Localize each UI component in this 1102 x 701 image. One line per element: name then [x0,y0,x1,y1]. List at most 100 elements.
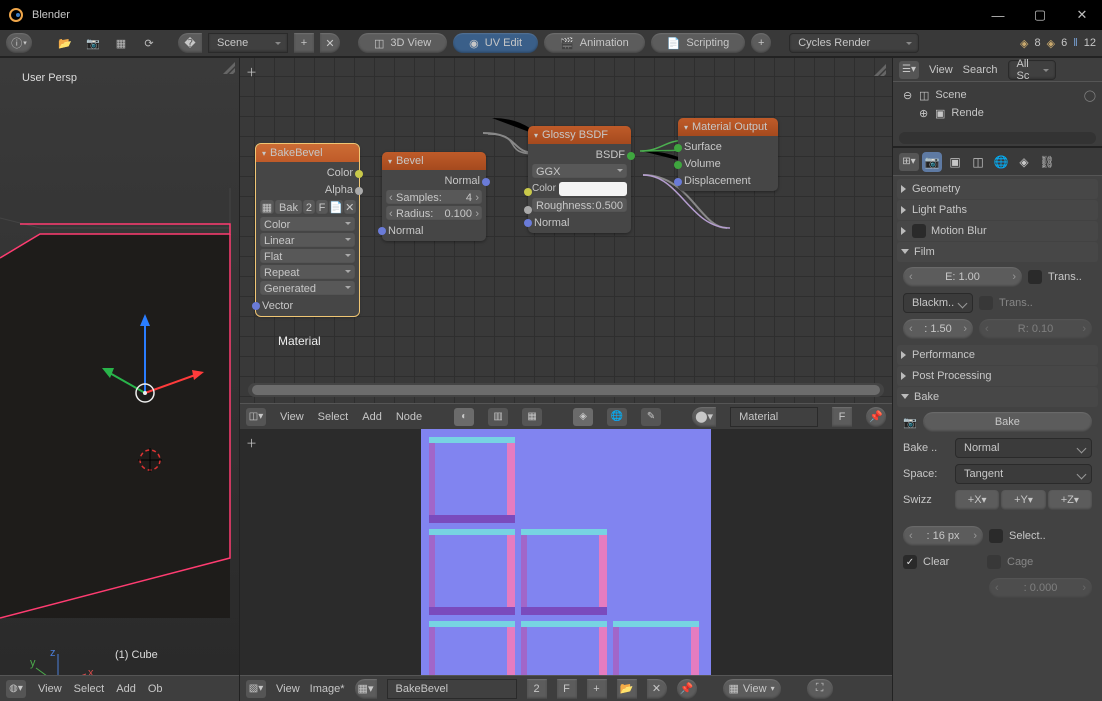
outliner-menu-view[interactable]: View [929,64,953,76]
image-unlink-button[interactable]: ✕ [647,679,667,699]
bevel-radius-field[interactable]: Radius:0.100 [386,206,482,221]
image-name-field[interactable]: Bak [275,200,302,215]
glossy-distribution-dropdown[interactable]: GGX [532,164,627,179]
swizzle-y-dropdown[interactable]: +Y▾ [1001,490,1045,510]
image-users[interactable]: 2 [527,679,547,699]
expand-toolbar-icon[interactable]: ＋ [246,64,258,76]
image-name-field[interactable]: BakeBevel [387,679,517,699]
region-corner-icon[interactable] [223,62,235,74]
image-new-button[interactable]: + [587,679,607,699]
editor-type-properties-icon[interactable]: ⊞▾ [899,153,919,171]
outliner-scene-row[interactable]: ⊖◫ Scene ◯ [899,86,1096,104]
constraints-tab-icon[interactable]: ⛓ [1037,152,1057,172]
image-unlink-button[interactable]: ✕ [344,200,356,215]
editor-type-outliner-icon[interactable]: ☰▾ [899,61,919,79]
image-fakeuser-button[interactable]: F [557,679,577,699]
shader-type-icon[interactable]: ◐ [454,408,474,426]
render-visibility-icon[interactable]: ◯ [1084,89,1096,102]
editor-type-image-icon[interactable]: ▧▾ [246,680,266,698]
editor-type-node-icon[interactable]: ◫▾ [246,408,266,426]
image-mode-dropdown[interactable]: ▦ View ▾ [723,679,781,699]
image-users[interactable]: 2 [303,200,315,215]
extension-dropdown[interactable]: Repeat [260,265,355,280]
film-transparent-glass-checkbox[interactable] [979,296,993,310]
panel-performance[interactable]: Performance [897,345,1098,365]
bake-button[interactable]: Bake [923,412,1092,432]
object-data-icon[interactable]: ◈ [573,408,593,426]
panel-post-processing[interactable]: Post Processing [897,366,1098,386]
panel-light-paths[interactable]: Light Paths [897,200,1098,220]
swizzle-x-dropdown[interactable]: +X▾ [955,490,999,510]
layout-tab-uvedit[interactable]: ◉UV Edit [453,33,538,53]
world-tab-icon[interactable]: 🌐 [991,152,1011,172]
object-tab-icon[interactable]: ◈ [1014,152,1034,172]
node-menu-node[interactable]: Node [396,411,422,423]
bake-clear-checkbox[interactable] [903,555,917,569]
filter-width-field[interactable]: : 1.50 [903,319,973,339]
image-browse-icon[interactable]: ▦ [260,200,274,215]
material-fakeuser-button[interactable]: F [832,407,852,427]
editor-type-3dview-icon[interactable]: ◍▾ [6,680,26,698]
scene-selector[interactable]: Scene [208,33,288,53]
bake-cage-checkbox[interactable] [987,555,1001,569]
texture-type-icon[interactable]: ▦ [522,408,542,426]
outliner-display-mode[interactable]: All Sc [1008,60,1056,80]
region-corner-icon[interactable] [874,64,886,76]
3dview-menu-select[interactable]: Select [74,683,105,695]
outliner-menu-search[interactable]: Search [963,64,998,76]
film-transparent-checkbox[interactable] [1028,270,1042,284]
node-menu-view[interactable]: View [280,411,304,423]
layout-tab-scripting[interactable]: 📄Scripting [651,33,746,53]
panel-film[interactable]: Film [897,242,1098,262]
pixel-filter-dropdown[interactable]: Blackm.. [903,293,973,313]
interpolation-dropdown[interactable]: Linear [260,233,355,248]
bake-margin-field[interactable]: : 16 px [903,526,983,546]
node-material-output[interactable]: ▾Material Output Surface Volume Displace… [678,118,778,191]
recover-icon[interactable]: ⟳ [138,32,160,54]
node-editor-scrollbar[interactable] [248,383,884,397]
save-icon[interactable]: 📷 [82,32,104,54]
3d-viewport[interactable]: User Persp [0,58,240,701]
glossy-roughness-field[interactable]: Roughness:0.500 [532,198,627,213]
window-close-button[interactable]: ✕ [1070,3,1094,27]
node-glossy-bsdf[interactable]: ▾Glossy BSDF BSDF GGX Color Roughness:0.… [528,126,631,233]
layout-tab-3dview[interactable]: ◫3D View [358,33,447,53]
layout-tab-animation[interactable]: 🎬Animation [544,33,645,53]
material-name-field[interactable]: Material [730,407,818,427]
image-menu-view[interactable]: View [276,683,300,695]
swizzle-z-dropdown[interactable]: +Z▾ [1048,490,1092,510]
panel-motion-blur[interactable]: Motion Blur [897,221,1098,241]
selected-to-active-checkbox[interactable] [989,529,1003,543]
fit-view-icon[interactable]: ⛶ [807,679,833,699]
glossy-color-swatch[interactable] [559,182,627,196]
panel-geometry[interactable]: Geometry [897,179,1098,199]
3dview-menu-add[interactable]: Add [116,683,136,695]
editor-type-info-icon[interactable]: ⓘ▾ [6,33,32,53]
renderlayers-tab-icon[interactable]: ▣ [945,152,965,172]
add-scene-button[interactable]: + [294,33,314,53]
node-menu-select[interactable]: Select [318,411,349,423]
cage-extrusion-field[interactable]: : 0.000 [989,578,1092,598]
colorspace-dropdown[interactable]: Color [260,217,355,232]
window-maximize-button[interactable]: ▢ [1028,3,1052,27]
motion-blur-checkbox[interactable] [912,224,926,238]
add-layout-button[interactable]: + [751,33,771,53]
image-menu-image[interactable]: Image* [310,683,345,695]
world-data-icon[interactable]: 🌐 [607,408,627,426]
image-browse-icon[interactable]: ▦▾ [355,679,377,699]
image-fakeuser-button[interactable]: F [316,200,328,215]
node-bevel[interactable]: ▾Bevel Normal Samples:4 Radius:0.100 Nor… [382,152,486,241]
bake-space-dropdown[interactable]: Tangent [955,464,1092,484]
projection-dropdown[interactable]: Flat [260,249,355,264]
image-pin-icon[interactable]: 📌 [677,679,697,699]
expand-toolbar-icon[interactable]: ＋ [246,435,258,447]
image-editor[interactable]: ＋ ▧▾ View Image* ▦▾ [240,429,892,701]
render-engine-selector[interactable]: Cycles Render [789,33,919,53]
render-tab-icon[interactable]: 📷 [922,152,942,172]
rolling-shutter-field[interactable]: R: 0.10 [979,319,1092,339]
reload-icon[interactable]: ▦ [110,32,132,54]
node-menu-add[interactable]: Add [362,411,382,423]
material-browse-icon[interactable]: ⬤▾ [692,407,716,427]
3dview-menu-object[interactable]: Ob [148,683,163,695]
image-open-icon[interactable]: 📂 [617,679,637,699]
